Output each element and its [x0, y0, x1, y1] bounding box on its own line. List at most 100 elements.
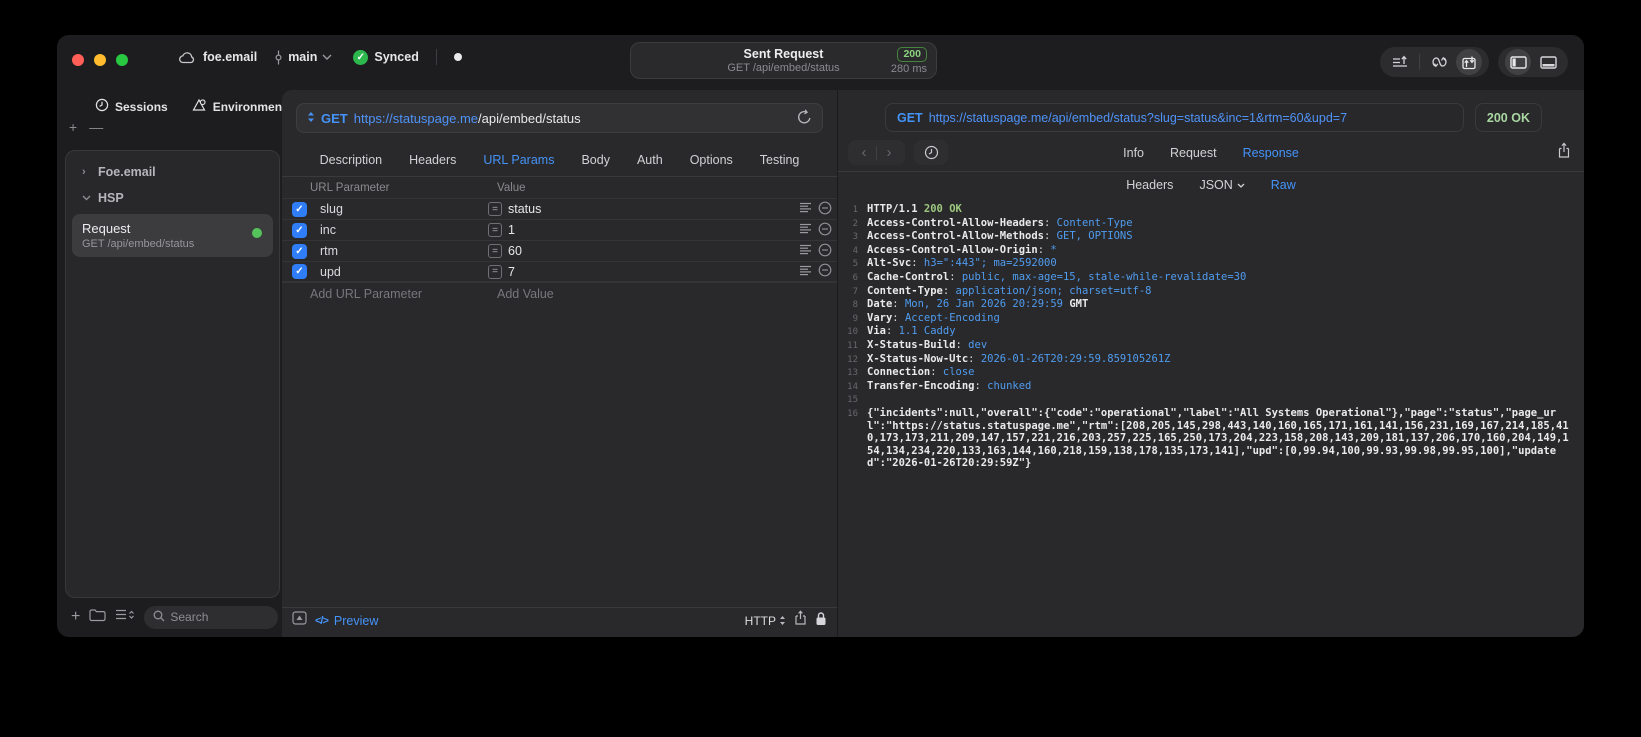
tab-description[interactable]: Description [320, 153, 383, 167]
param-value-field[interactable]: 7 [508, 265, 799, 279]
line-content: Date: Mon, 26 Jan 2026 20:29:59 GMT [867, 298, 1089, 311]
tab-request[interactable]: Request [1170, 146, 1217, 160]
chevron-right-icon: › [82, 166, 86, 178]
project-name[interactable]: foe.email [203, 50, 257, 64]
toggle-sidebar-button[interactable] [1505, 49, 1531, 75]
view-headers[interactable]: Headers [1126, 178, 1173, 192]
drag-handle-icon[interactable] [799, 202, 812, 216]
code-line: 15 [842, 393, 1574, 407]
tab-sessions[interactable]: Sessions [95, 98, 168, 115]
tab-url-params[interactable]: URL Params [483, 153, 554, 167]
view-json[interactable]: JSON [1199, 178, 1245, 192]
request-list-item[interactable]: Request GET /api/embed/status [72, 214, 273, 257]
minimize-window-button[interactable] [94, 54, 106, 66]
param-name-field[interactable]: upd [320, 265, 488, 279]
param-checkbox[interactable]: ✓ [292, 264, 307, 279]
list-options-icon[interactable] [115, 608, 135, 626]
tab-response[interactable]: Response [1243, 146, 1299, 160]
add-param-name-placeholder[interactable]: Add URL Parameter [310, 287, 497, 301]
code-line: 11 X-Status-Build: dev [842, 339, 1574, 353]
param-value-field[interactable]: status [508, 202, 799, 216]
import-export-button[interactable] [1456, 49, 1482, 75]
url-host[interactable]: https://statuspage.me [354, 111, 478, 126]
line-number: 1 [852, 205, 858, 215]
add-param-row[interactable]: Add URL Parameter Add Value [282, 282, 837, 304]
code-line: 5 Alt-Svc: h3=":443"; ma=2592000 [842, 257, 1574, 271]
line-content: {"incidents":null,"overall":{"code":"ope… [867, 406, 1569, 470]
tab-testing[interactable]: Testing [760, 153, 800, 167]
preview-label: Preview [333, 613, 379, 628]
request-footer: </> Preview HTTP [282, 607, 837, 633]
tab-info[interactable]: Info [1123, 146, 1144, 160]
loop-button[interactable] [1426, 49, 1452, 75]
request-item-title: Request [82, 221, 131, 236]
resend-request-icon[interactable] [797, 108, 812, 128]
param-value-field[interactable]: 1 [508, 223, 799, 237]
param-name-field[interactable]: slug [320, 202, 488, 216]
sync-label: Synced [374, 50, 419, 64]
request-url-bar[interactable]: GET https://statuspage.me/api/embed/stat… [296, 103, 823, 133]
sync-status[interactable]: ✓ Synced [353, 49, 419, 65]
zoom-window-button[interactable] [116, 54, 128, 66]
param-checkbox[interactable]: ✓ [292, 243, 307, 259]
method-stepper-icon[interactable] [307, 111, 315, 126]
code-icon: </> [315, 614, 329, 627]
add-request-button[interactable]: + [71, 609, 80, 625]
expand-panel-button[interactable] [292, 611, 307, 630]
close-window-button[interactable] [72, 54, 84, 66]
tree-item-foe-email[interactable]: › Foe.email [66, 159, 279, 185]
drag-handle-icon[interactable] [799, 244, 812, 258]
protocol-selector[interactable]: HTTP [745, 614, 786, 628]
line-number: 11 [847, 340, 858, 351]
line-number: 7 [852, 286, 858, 297]
search-icon [153, 610, 165, 625]
remove-param-icon[interactable] [818, 201, 832, 218]
param-checkbox[interactable]: ✓ [292, 222, 307, 238]
export-response-icon[interactable] [1557, 142, 1571, 164]
line-number: 16 [847, 408, 858, 419]
sent-request-pill[interactable]: Sent Request GET /api/embed/status 200 2… [630, 42, 937, 79]
tab-headers[interactable]: Headers [409, 153, 456, 167]
code-line: 4 Access-Control-Allow-Origin: * [842, 244, 1574, 258]
remove-param-icon[interactable] [818, 263, 832, 280]
param-checkbox[interactable]: ✓ [292, 201, 307, 217]
param-name-field[interactable]: rtm [320, 244, 488, 258]
success-dot-indicator [252, 228, 262, 238]
search-placeholder: Search [170, 610, 209, 624]
line-number: 8 [852, 300, 858, 311]
branch-selector[interactable]: main [274, 50, 332, 65]
add-session-button[interactable]: + [69, 120, 77, 135]
view-raw[interactable]: Raw [1271, 178, 1296, 192]
column-header-value: Value [497, 181, 526, 194]
remove-param-icon[interactable] [818, 222, 832, 239]
tab-options[interactable]: Options [690, 153, 733, 167]
tree-item-hsp[interactable]: HSP [66, 185, 279, 211]
remove-param-icon[interactable] [818, 243, 832, 260]
url-path[interactable]: /api/embed/status [478, 111, 581, 126]
param-row: ✓ upd = 7 [282, 261, 837, 282]
drag-handle-icon[interactable] [799, 223, 812, 237]
param-name-field[interactable]: inc [320, 223, 488, 237]
share-icon[interactable] [794, 610, 807, 631]
search-input[interactable]: Search [144, 605, 278, 629]
remove-session-button[interactable]: — [89, 120, 103, 135]
request-duration: 280 ms [890, 63, 927, 75]
tab-auth[interactable]: Auth [637, 153, 663, 167]
code-line: 1 HTTP/1.1 200 OK [842, 203, 1574, 217]
sidebar: Sessions Environments + — › Foe.email HS… [65, 90, 293, 637]
tab-body[interactable]: Body [581, 153, 610, 167]
drag-handle-icon[interactable] [799, 265, 812, 279]
export-lines-button[interactable] [1387, 49, 1413, 75]
response-request-url[interactable]: GET https://statuspage.me/api/embed/stat… [885, 103, 1464, 132]
preview-button[interactable]: </> Preview [315, 614, 378, 628]
response-body[interactable]: 1 HTTP/1.1 200 OK 2 Access-Control-Allow-He… [838, 198, 1584, 637]
add-param-value-placeholder[interactable]: Add Value [497, 287, 554, 301]
new-folder-icon[interactable] [89, 608, 106, 627]
param-value-field[interactable]: 60 [508, 244, 799, 258]
toolbar-group-layout [1498, 47, 1568, 77]
line-content: Access-Control-Allow-Origin: * [867, 243, 1057, 256]
request-method[interactable]: GET [321, 111, 348, 126]
toggle-bottom-panel-button[interactable] [1535, 49, 1561, 75]
tab-environments[interactable]: Environments [192, 98, 293, 115]
lock-icon[interactable] [815, 611, 827, 631]
